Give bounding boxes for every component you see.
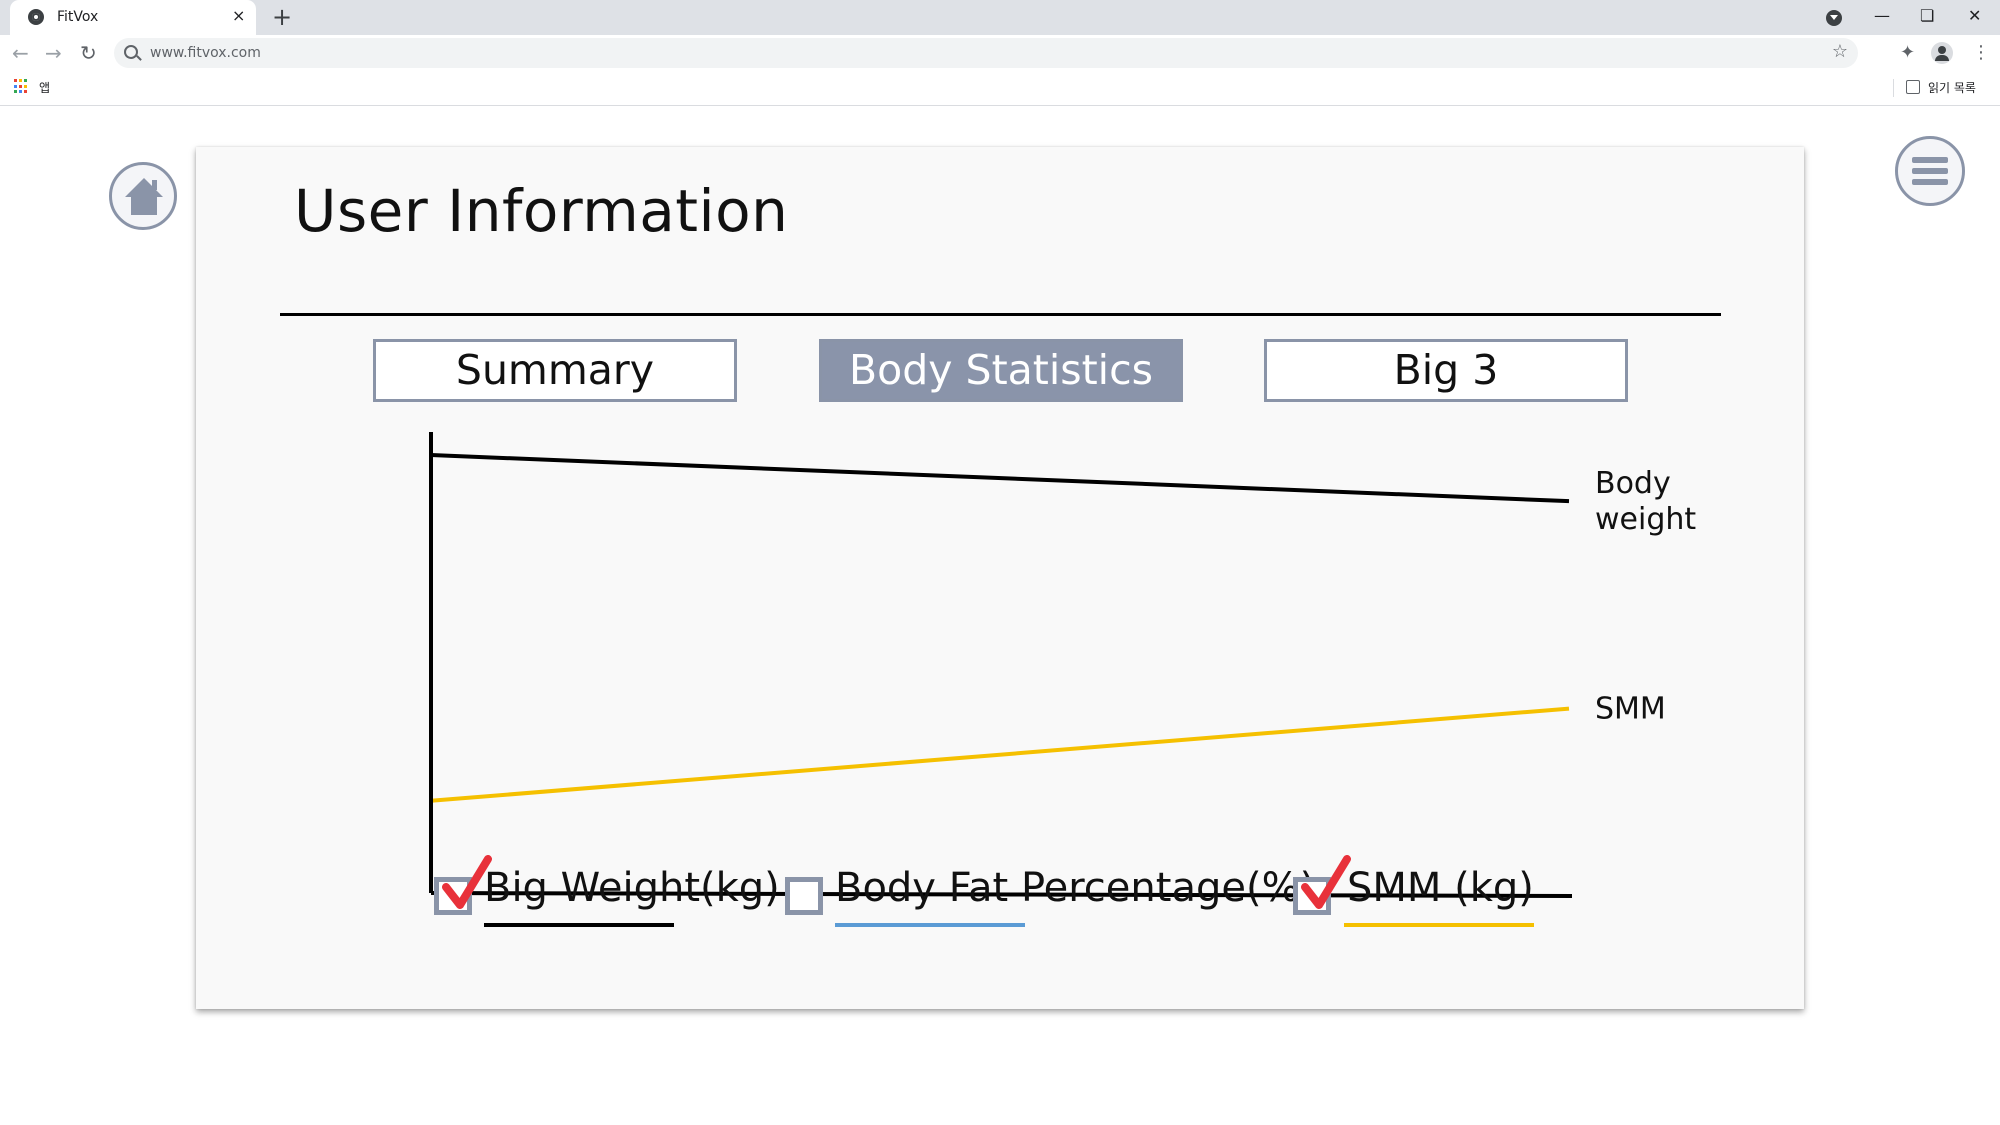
restore-icon[interactable]: ❏ <box>1920 5 1934 27</box>
profile-menu-icon[interactable] <box>1826 10 1842 26</box>
home-icon <box>125 178 163 215</box>
page-content: User Information Summary Body Statistics… <box>0 106 2000 1125</box>
series-toggle-legend: Big Weight(kg) Body Fat Percentage(%) SM… <box>196 855 1804 937</box>
chart-labels-group: Bodyweight SMM <box>1595 466 1696 726</box>
smm-label: SMM (kg) <box>1347 865 1534 911</box>
body-fat-label: Body Fat Percentage(%) <box>835 865 1316 911</box>
star-icon[interactable]: ☆ <box>1832 41 1848 62</box>
check-icon <box>1301 855 1351 909</box>
smm-underline <box>1344 923 1534 927</box>
apps-icon[interactable] <box>14 79 29 94</box>
reading-list-icon[interactable] <box>1906 80 1920 94</box>
window-close-icon[interactable]: ✕ <box>1968 5 1981 27</box>
extensions-icon[interactable]: ✦ <box>1900 41 1915 65</box>
plus-icon[interactable]: + <box>272 4 292 30</box>
user-info-card: User Information Summary Body Statistics… <box>196 147 1804 1009</box>
more-icon[interactable]: ⋮ <box>1972 41 1990 65</box>
minimize-icon[interactable]: — <box>1874 5 1890 27</box>
bookmarks-bar: 앱 읽기 목록 <box>0 73 2000 106</box>
reload-icon[interactable]: ↻ <box>80 41 97 65</box>
browser-tabstrip: FitVox × + — ❏ ✕ <box>0 0 2000 35</box>
big-weight-label: Big Weight(kg) <box>484 865 780 911</box>
reading-list-label[interactable]: 읽기 목록 <box>1928 79 1976 96</box>
close-icon[interactable]: × <box>232 7 245 25</box>
body-fat-underline <box>835 923 1025 927</box>
address-bar[interactable]: www.fitvox.com ☆ <box>114 38 1858 68</box>
body-weight-series-line <box>430 453 1570 504</box>
body-weight-series-label: Body <box>1595 466 1671 501</box>
big-weight-underline <box>484 923 674 927</box>
chart-series-group <box>430 453 1570 803</box>
smm-series-line <box>430 706 1570 803</box>
favicon-icon <box>28 9 44 25</box>
forward-icon[interactable]: → <box>45 41 62 65</box>
tab-title: FitVox <box>57 9 99 25</box>
home-button[interactable] <box>109 162 177 230</box>
browser-toolbar: ← → ↻ www.fitvox.com ☆ ✦ ⋮ <box>0 35 2000 73</box>
back-icon[interactable]: ← <box>12 41 29 65</box>
apps-label[interactable]: 앱 <box>39 79 50 96</box>
bookmarks-divider <box>1893 79 1894 97</box>
body-fat-checkbox[interactable] <box>785 877 823 915</box>
url-text[interactable]: www.fitvox.com <box>150 45 261 61</box>
body-weight-series-label: weight <box>1595 502 1696 537</box>
search-icon <box>124 45 138 59</box>
smm-series-label: SMM <box>1595 692 1666 727</box>
profile-icon[interactable] <box>1931 42 1953 64</box>
menu-button[interactable] <box>1895 136 1965 206</box>
browser-tab[interactable]: FitVox × <box>10 0 256 35</box>
